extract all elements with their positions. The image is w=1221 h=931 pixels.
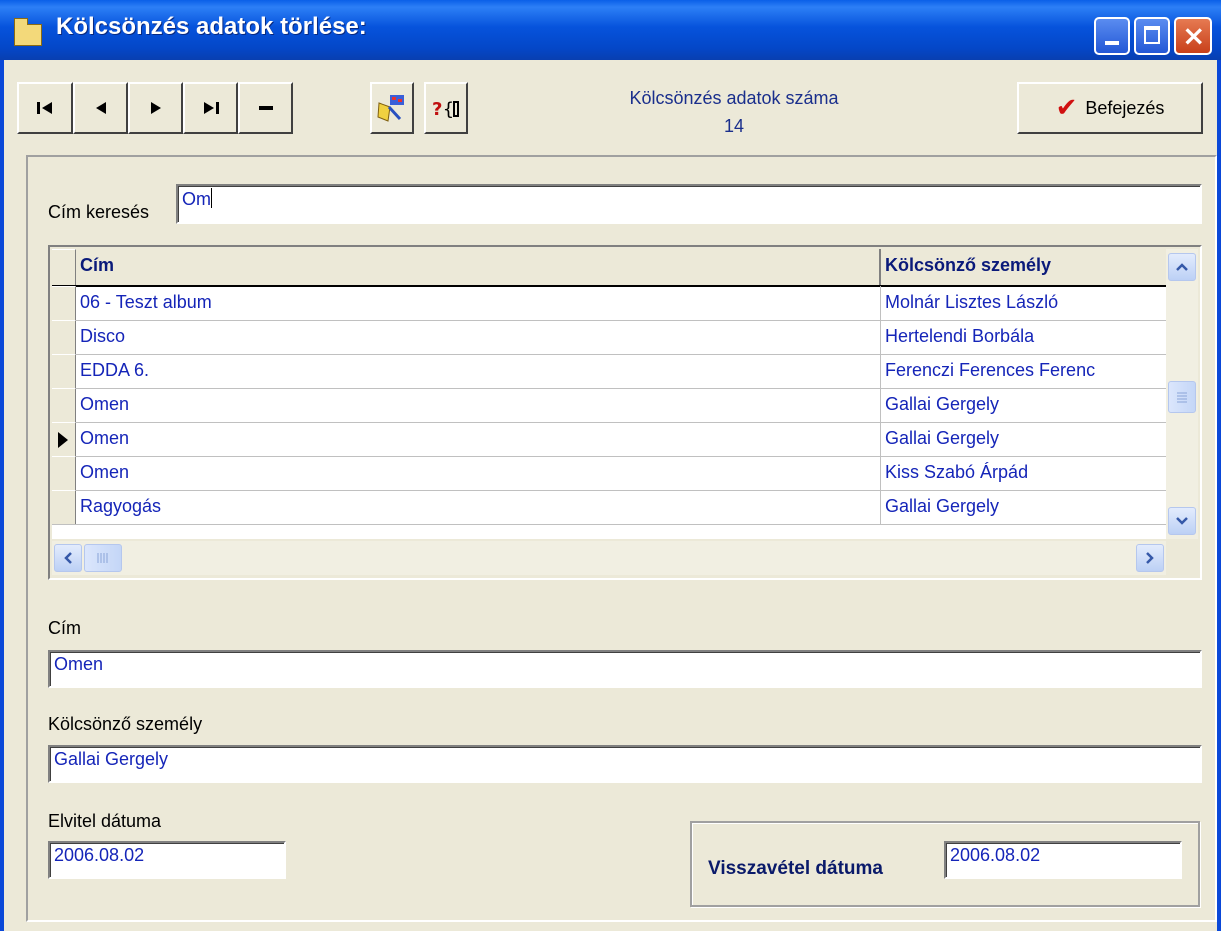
grid-header: Cím Kölcsönző személy [52, 249, 1166, 287]
cell-person[interactable]: Hertelendi Borbála [881, 320, 1166, 354]
table-row[interactable]: Disco Hertelendi Borbála [52, 320, 1166, 355]
delete-record-icon [258, 106, 273, 110]
cell-person[interactable]: Gallai Gergely [881, 388, 1166, 422]
chevron-down-icon [1176, 517, 1188, 525]
help-button[interactable]: ? { [424, 82, 468, 134]
table-row[interactable]: Omen Kiss Szabó Árpád [52, 456, 1166, 491]
column-header-person[interactable]: Kölcsönző személy [881, 249, 1166, 285]
chevron-right-icon [1146, 552, 1154, 564]
return-date-field[interactable]: 2006.08.02 [944, 841, 1182, 879]
return-date-label: Visszavétel dátuma [708, 858, 883, 879]
horizontal-scrollbar[interactable] [52, 541, 1166, 575]
person-label: Kölcsönző személy [48, 714, 203, 734]
cell-person[interactable]: Gallai Gergely [881, 490, 1166, 524]
chevron-up-icon [1176, 263, 1188, 271]
close-icon: × [1182, 19, 1206, 52]
table-row[interactable]: 06 - Teszt album Molnár Lisztes László [52, 286, 1166, 321]
row-indicator[interactable] [52, 320, 76, 354]
first-record-icon [37, 102, 52, 114]
window-title: Kölcsönzés adatok törlése: [56, 13, 367, 40]
title-bar[interactable]: Kölcsönzés adatok törlése: × [0, 0, 1221, 60]
close-button[interactable]: × [1174, 17, 1212, 55]
scroll-corner [1166, 541, 1198, 575]
vertical-scroll-thumb[interactable] [1168, 381, 1196, 413]
main-window: Kölcsönzés adatok törlése: × ? {Kölcsön… [0, 0, 1221, 931]
chevron-left-icon [64, 552, 72, 564]
row-indicator[interactable] [52, 354, 76, 388]
row-indicator[interactable] [52, 286, 76, 320]
search-input-value: Om [182, 189, 211, 209]
clear-filter-button[interactable] [370, 82, 414, 134]
last-record-icon [203, 102, 219, 114]
checkmark-icon: ✔ [1055, 93, 1078, 123]
scroll-left-button[interactable] [54, 544, 82, 572]
search-input[interactable]: Om [176, 184, 1202, 224]
row-indicator[interactable] [52, 456, 76, 490]
rentals-grid[interactable]: Cím Kölcsönző személy 06 - Teszt album Mo… [48, 245, 1202, 580]
svg-text:?: ? [432, 99, 442, 120]
row-indicator[interactable] [52, 388, 76, 422]
cell-title[interactable]: 06 - Teszt album [76, 286, 881, 320]
table-row[interactable]: Omen Gallai Gergely [52, 422, 1166, 457]
row-indicator[interactable] [52, 422, 76, 456]
scroll-right-button[interactable] [1136, 544, 1164, 572]
grip-icon [97, 553, 108, 563]
current-row-pointer-icon [58, 432, 68, 448]
cell-person[interactable]: Kiss Szabó Árpád [881, 456, 1166, 490]
delete-record-button[interactable] [238, 82, 293, 134]
next-record-button[interactable] [128, 82, 183, 134]
grid-body: Cím Kölcsönző személy 06 - Teszt album Mo… [52, 249, 1166, 539]
table-row[interactable]: Ragyogás Gallai Gergely [52, 490, 1166, 525]
takeout-date-field[interactable]: 2006.08.02 [48, 841, 286, 879]
prior-record-button[interactable] [73, 82, 128, 134]
minimize-icon [1105, 41, 1119, 45]
maximize-icon [1144, 26, 1160, 44]
person-field[interactable]: Gallai Gergely [48, 745, 1202, 783]
vertical-scrollbar[interactable] [1166, 249, 1198, 539]
scroll-up-button[interactable] [1168, 253, 1196, 281]
broom-icon [377, 95, 404, 122]
grip-icon [1177, 392, 1187, 403]
cell-title[interactable]: Ragyogás [76, 490, 881, 524]
finish-button[interactable]: ✔ Befejezés [1017, 82, 1203, 134]
row-indicator[interactable] [52, 490, 76, 524]
toolbar: ? { Kölcsönzés adatok száma 14 ✔ Befejez… [4, 60, 1217, 148]
header-indicator [52, 249, 76, 285]
svg-text:{: { [443, 99, 454, 120]
help-icon: ? { [432, 99, 459, 120]
record-count-value: 14 [723, 116, 745, 136]
cell-title[interactable]: Omen [76, 456, 881, 490]
table-row[interactable]: EDDA 6. Ferenczi Ferences Ferenc [52, 354, 1166, 389]
finish-button-label: Befejezés [1085, 97, 1165, 118]
record-count-label: Kölcsönzés adatok száma [629, 88, 839, 108]
folder-icon [14, 18, 42, 46]
next-record-icon [150, 102, 161, 114]
last-record-button[interactable] [183, 82, 238, 134]
cell-title[interactable]: Disco [76, 320, 881, 354]
title-label: Cím [48, 618, 81, 638]
takeout-date-label: Elvitel dátuma [48, 811, 162, 831]
horizontal-scroll-thumb[interactable] [84, 544, 122, 572]
column-header-title[interactable]: Cím [76, 249, 881, 285]
search-label: Cím keresés [48, 202, 150, 222]
prior-record-icon [95, 102, 106, 114]
first-record-button[interactable] [17, 82, 73, 134]
cell-person[interactable]: Gallai Gergely [881, 422, 1166, 456]
cell-title[interactable]: EDDA 6. [76, 354, 881, 388]
cell-person[interactable]: Molnár Lisztes László [881, 286, 1166, 320]
text-cursor [211, 188, 212, 208]
maximize-button[interactable] [1134, 17, 1170, 55]
cell-title[interactable]: Omen [76, 388, 881, 422]
table-row[interactable]: Omen Gallai Gergely [52, 388, 1166, 423]
cell-person[interactable]: Ferenczi Ferences Ferenc [881, 354, 1166, 388]
record-navigator [17, 82, 293, 134]
scroll-down-button[interactable] [1168, 507, 1196, 535]
minimize-button[interactable] [1094, 17, 1130, 55]
title-field[interactable]: Omen [48, 650, 1202, 688]
cell-title[interactable]: Omen [76, 422, 881, 456]
